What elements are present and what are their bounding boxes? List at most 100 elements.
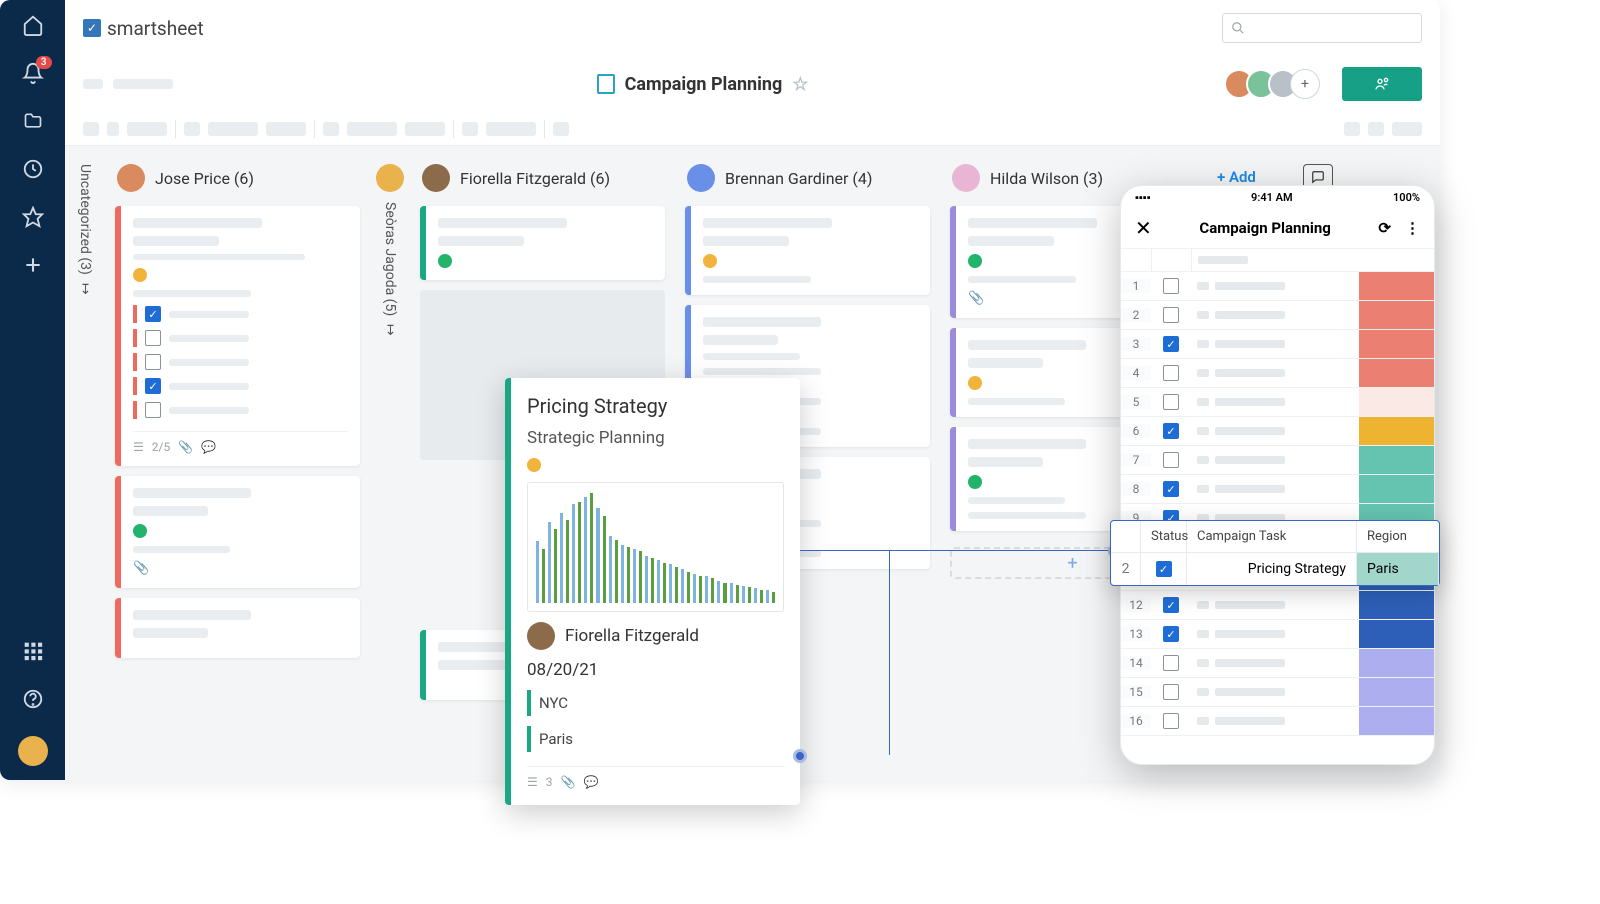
grid-row[interactable]: 6 ✓ [1121, 417, 1434, 446]
refresh-icon[interactable]: ⟳ [1378, 219, 1391, 237]
checkbox[interactable] [145, 330, 161, 346]
sheet-icon [597, 74, 615, 94]
home-icon[interactable] [22, 14, 44, 36]
signal-icon: ▪▪▪▪ [1135, 191, 1151, 204]
star-icon[interactable]: ☆ [792, 74, 808, 95]
grid-row[interactable]: 7 [1121, 446, 1434, 475]
card-chart [527, 482, 784, 612]
status-dot-icon [133, 268, 147, 282]
logo-mark-icon: ✓ [83, 19, 101, 37]
checkbox[interactable]: ✓ [1163, 626, 1179, 642]
more-collaborators[interactable]: + [1290, 69, 1320, 99]
card[interactable] [115, 598, 360, 658]
collaborators[interactable]: + [1232, 69, 1320, 99]
checklist: ✓ ✓ [133, 305, 348, 419]
expanded-card[interactable]: Pricing Strategy Strategic Planning Fior… [505, 378, 800, 805]
user-avatar[interactable] [18, 736, 48, 766]
comment-icon: 💬 [201, 440, 216, 454]
add-lane-button[interactable]: + Add [1217, 168, 1256, 186]
grid-row[interactable]: 3 ✓ [1121, 330, 1434, 359]
checkbox[interactable]: ✓ [1156, 561, 1172, 577]
avatar [952, 164, 980, 192]
card-date: 08/20/21 [527, 660, 784, 680]
titlebar: Campaign Planning ☆ + [65, 56, 1440, 112]
col-status: Status [1141, 521, 1187, 552]
status-dot-icon [133, 524, 147, 538]
phone-battery: 100% [1393, 191, 1420, 204]
connector-line [890, 550, 1115, 551]
grid-row[interactable]: 8 ✓ [1121, 475, 1434, 504]
grid-row[interactable]: 1 [1121, 272, 1434, 301]
brand-logo[interactable]: ✓ smartsheet [83, 17, 204, 40]
avatar [422, 164, 450, 192]
grid-row[interactable]: 4 [1121, 359, 1434, 388]
collapsed-lane-seoras[interactable]: Seòras Jagoda (5) ↦ [370, 146, 410, 780]
collapsed-lane-uncategorized[interactable]: Uncategorized (3) ↦ [65, 146, 105, 780]
card[interactable] [420, 206, 665, 280]
checkbox[interactable] [1163, 655, 1179, 671]
checkbox[interactable]: ✓ [145, 378, 161, 394]
notifications-icon[interactable]: 3 [22, 62, 44, 84]
apps-icon[interactable] [22, 640, 44, 662]
grid-row[interactable]: 2 [1121, 301, 1434, 330]
checkbox[interactable] [1163, 394, 1179, 410]
phone-time: 9:41 AM [1251, 191, 1293, 204]
checkbox[interactable]: ✓ [1163, 423, 1179, 439]
card-title: Pricing Strategy [527, 394, 784, 418]
checkbox[interactable]: ✓ [1163, 481, 1179, 497]
more-icon[interactable]: ⋮ [1405, 219, 1420, 237]
folder-icon[interactable] [22, 110, 44, 132]
card[interactable] [685, 206, 930, 295]
search-input[interactable] [1222, 13, 1422, 43]
grid-row[interactable]: 15 [1121, 678, 1434, 707]
card[interactable]: ✓ ✓ ☰2/5📎💬 [115, 206, 360, 466]
grid-row[interactable]: 12 ✓ [1121, 591, 1434, 620]
phone-grid[interactable]: 1 2 3 ✓ 4 5 6 ✓ 7 8 ✓ 9 ✓ 10 ✓ 11 12 ✓ [1121, 272, 1434, 736]
mobile-preview: ▪▪▪▪ 9:41 AM 100% ✕ Campaign Planning ⟳ … [1120, 185, 1435, 765]
grid-row[interactable]: 14 [1121, 649, 1434, 678]
avatar [376, 164, 404, 192]
checkbox[interactable] [1163, 365, 1179, 381]
attachment-icon: 📎 [561, 775, 576, 789]
phone-column-headers [1121, 248, 1434, 272]
checkbox[interactable] [1163, 713, 1179, 729]
lane-title: Fiorella Fitzgerald (6) [460, 169, 610, 188]
checkbox[interactable] [145, 354, 161, 370]
brand-text: smartsheet [107, 17, 204, 40]
help-icon[interactable] [22, 688, 44, 710]
lane-jose: Jose Price (6) ✓ ✓ ☰2/5📎💬 [105, 146, 370, 780]
row-detail-popout: Status Campaign Task Region 2 ✓ Pricing … [1110, 520, 1440, 586]
card[interactable]: 📎 [115, 476, 360, 588]
detail-row[interactable]: 2 ✓ Pricing Strategy Paris [1111, 553, 1439, 585]
checkbox[interactable] [1163, 452, 1179, 468]
status-dot-icon [968, 254, 982, 268]
add-icon[interactable] [22, 254, 44, 276]
recent-icon[interactable] [22, 158, 44, 180]
close-icon[interactable]: ✕ [1135, 216, 1152, 240]
checkbox[interactable] [1163, 307, 1179, 323]
checkbox[interactable]: ✓ [145, 306, 161, 322]
status-dot-icon [968, 475, 982, 489]
checklist-count: 2/5 [152, 440, 170, 454]
checkbox[interactable] [1163, 278, 1179, 294]
connector-line [800, 550, 890, 755]
checkbox[interactable] [1163, 684, 1179, 700]
grid-row[interactable]: 13 ✓ [1121, 620, 1434, 649]
attachment-icon: 📎 [178, 440, 193, 454]
expand-icon: ↦ [77, 283, 93, 295]
checkbox[interactable] [145, 402, 161, 418]
list-icon: ☰ [527, 775, 538, 789]
checkbox[interactable]: ✓ [1163, 336, 1179, 352]
status-dot-icon [703, 254, 717, 268]
checkbox[interactable]: ✓ [1163, 597, 1179, 613]
phone-statusbar: ▪▪▪▪ 9:41 AM 100% [1121, 186, 1434, 208]
grid-row[interactable]: 5 [1121, 388, 1434, 417]
assignee-name: Fiorella Fitzgerald [565, 626, 699, 646]
avatar [527, 622, 555, 650]
phone-header: ✕ Campaign Planning ⟳ ⋮ [1121, 208, 1434, 248]
row-number: 2 [1111, 553, 1141, 585]
grid-row[interactable]: 16 [1121, 707, 1434, 736]
subitem-count: 3 [546, 775, 553, 789]
favorites-icon[interactable] [22, 206, 44, 228]
share-button[interactable] [1342, 67, 1422, 101]
